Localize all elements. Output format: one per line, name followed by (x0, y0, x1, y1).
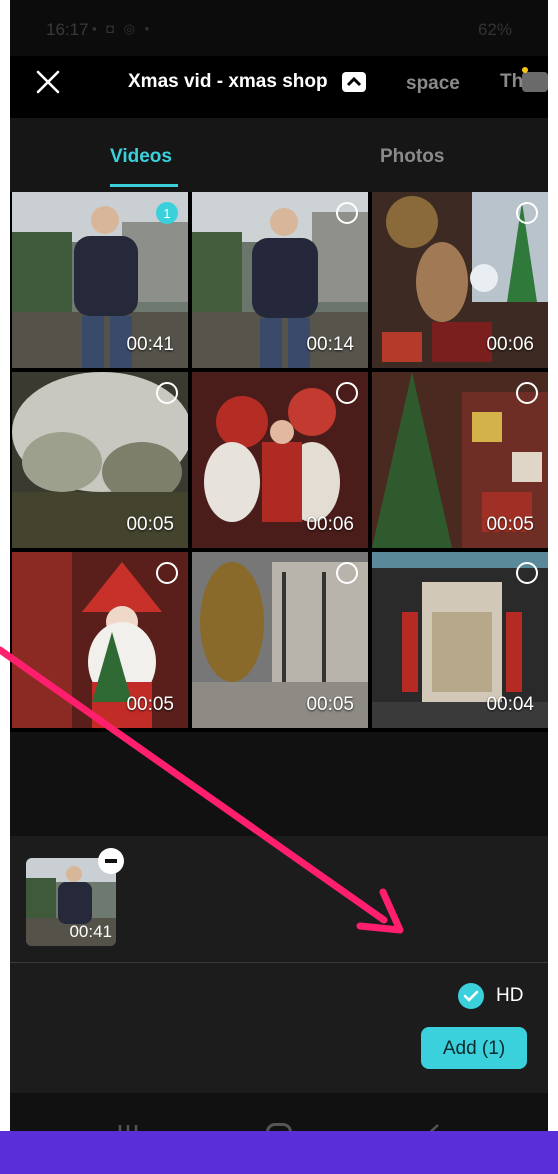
annotation-arrow (0, 646, 404, 934)
